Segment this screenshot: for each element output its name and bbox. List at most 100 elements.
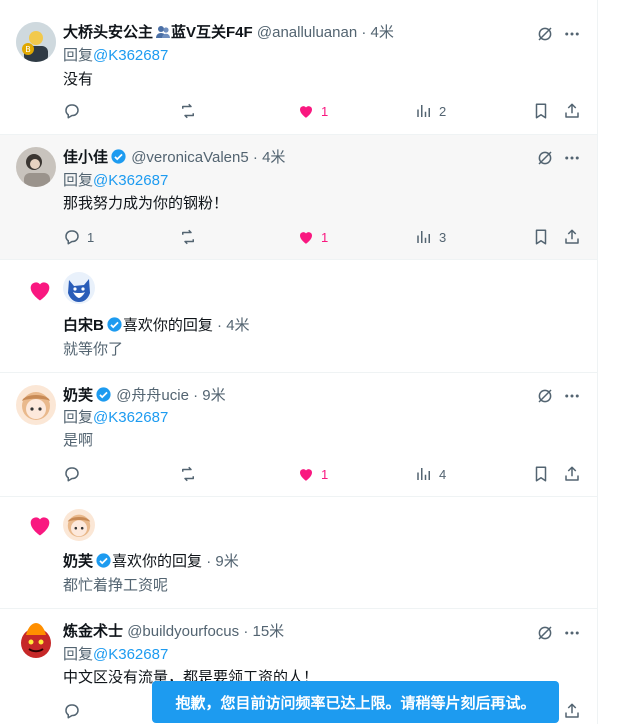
user-handle[interactable]: @analluluanan [257,24,357,41]
reply-mention[interactable]: @K362687 [93,646,168,663]
heart-filled-icon [30,282,50,301]
reply-to-line: 回复@K362687 [63,171,168,191]
verified-icon [111,149,126,164]
grok-icon[interactable] [536,149,554,167]
avatar[interactable] [16,621,56,661]
reply-to-line: 回复@K362687 [63,645,168,665]
people-emoji-icon [156,26,171,38]
user-handle[interactable]: @buildyourfocus [127,623,239,640]
user-name[interactable]: 白宋B [63,317,104,334]
retweet-button[interactable] [179,228,203,246]
more-icon[interactable] [563,624,581,642]
like-count: 1 [321,229,329,245]
grok-icon[interactable] [536,387,554,405]
avatar[interactable] [63,509,95,541]
like-notification[interactable]: 白宋B 喜欢你的回复 · 4米 就等你了 [0,260,597,373]
comment-icon [65,104,79,119]
more-icon[interactable] [563,149,581,167]
share-icon[interactable] [563,702,581,720]
views-icon [417,468,430,480]
bookmark-icon[interactable] [532,102,550,120]
like-action-text: 喜欢你的回复 [122,317,213,334]
comment-icon [65,704,79,719]
reply-prefix: 回复 [63,47,94,64]
user-name[interactable]: 奶芙 [63,553,93,570]
user-badge-text: 蓝V互关F4F [171,24,253,41]
user-handle[interactable]: @舟舟ucie [116,387,189,404]
separator: · [361,24,367,41]
reply-mention[interactable]: @K362687 [93,172,168,189]
timestamp[interactable]: 4米 [262,149,285,166]
retweet-button[interactable] [179,102,203,120]
separator: · [217,317,223,334]
like-notification[interactable]: 奶芙 喜欢你的回复 · 9米 都忙着挣工资呢 [0,497,597,609]
reply-prefix: 回复 [63,172,94,189]
views-button[interactable]: 2 [415,102,446,120]
timestamp[interactable]: 9米 [215,553,238,570]
views-count: 4 [439,466,447,482]
reply-item[interactable]: 佳小佳 @veronicaValen5 · 4米 回复@K362687 那我努力… [0,135,597,260]
comment-icon [65,230,79,245]
views-button[interactable]: 4 [415,465,446,483]
like-count: 1 [321,466,329,482]
like-action-text: 喜欢你的回复 [112,553,203,570]
reply-button[interactable]: 1 [63,228,94,246]
bookmark-icon[interactable] [532,465,550,483]
more-icon[interactable] [563,387,581,405]
like-button[interactable]: 1 [297,465,328,483]
like-header: 奶芙 喜欢你的回复 · 9米 [63,552,239,572]
like-button[interactable]: 1 [297,102,328,120]
user-name[interactable]: 奶芙 [63,387,93,404]
verified-icon [107,317,122,332]
more-icon[interactable] [563,25,581,43]
user-name[interactable]: 大桥头安公主 [63,24,153,41]
share-icon[interactable] [563,102,581,120]
grok-icon[interactable] [536,624,554,642]
like-button[interactable]: 1 [297,228,328,246]
separator: · [193,387,199,404]
timestamp[interactable]: 4米 [226,317,249,334]
reply-to-line: 回复@K362687 [63,408,168,428]
heart-filled-icon [300,106,312,118]
reply-count: 1 [87,229,95,245]
liked-reply-text: 就等你了 [63,341,124,358]
grok-icon[interactable] [536,25,554,43]
views-icon [417,231,430,243]
separator: · [243,623,249,640]
reply-mention[interactable]: @K362687 [93,47,168,64]
timestamp[interactable]: 9米 [202,387,225,404]
user-name[interactable]: 佳小佳 [63,149,108,166]
svg-text:B: B [25,45,31,54]
timestamp[interactable]: 4米 [371,24,394,41]
user-name[interactable]: 炼金术士 [63,623,123,640]
liked-reply-text: 都忙着挣工资呢 [63,577,169,594]
retweet-button[interactable] [179,465,203,483]
bookmark-icon[interactable] [532,228,550,246]
avatar[interactable]: B [16,22,56,62]
like-count: 1 [321,103,329,119]
reply-button[interactable] [63,702,81,720]
user-handle[interactable]: @veronicaValen5 [131,149,249,166]
reply-button[interactable] [63,102,87,120]
reply-item[interactable]: B 大桥头安公主 蓝V互关F4F @analluluanan · 4米 回复@K3… [0,0,597,135]
retweet-icon [182,466,194,482]
share-icon[interactable] [563,228,581,246]
retweet-icon [182,229,194,245]
reply-text: 那我努力成为你的钢粉！ [63,195,229,212]
views-count: 2 [439,103,447,119]
reply-item[interactable]: 奶芙 @舟舟ucie · 9米 回复@K362687 是啊 1 4 [0,373,597,497]
share-icon[interactable] [563,465,581,483]
heart-filled-icon [300,232,312,244]
reply-prefix: 回复 [63,409,94,426]
avatar[interactable] [63,272,95,304]
views-button[interactable]: 3 [415,228,446,246]
reply-to-line: 回复@K362687 [63,46,168,66]
rate-limit-toast: 抱歉，您目前访问频率已达上限。请稍等片刻后再试。 [152,681,559,723]
reply-header: 奶芙 @舟舟ucie · 9米 [63,386,226,406]
timestamp[interactable]: 15米 [252,623,284,640]
separator: · [252,149,258,166]
reply-mention[interactable]: @K362687 [93,409,168,426]
reply-button[interactable] [63,465,87,483]
avatar[interactable] [16,385,56,425]
avatar[interactable] [16,147,56,187]
